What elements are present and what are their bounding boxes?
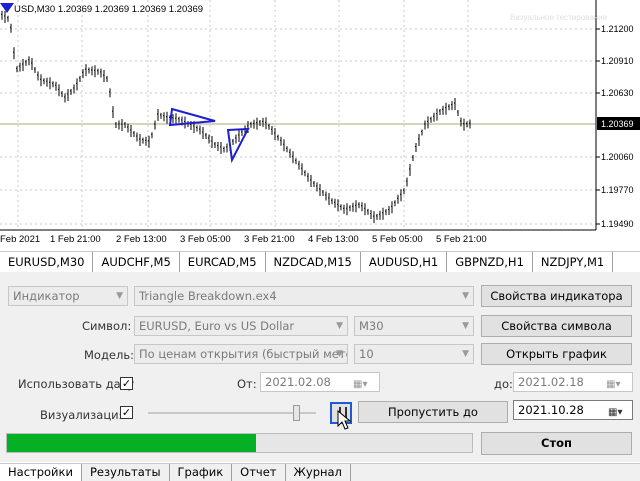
to-label: до: — [494, 377, 513, 391]
tab-settings[interactable]: Настройки — [0, 464, 82, 481]
open-chart-button[interactable]: Открыть график — [481, 343, 632, 365]
time-tick-label: 5 Feb 05:00 — [372, 234, 423, 245]
time-axis: Feb 2021 1 Feb 21:00 2 Feb 13:00 3 Feb 05:0… — [0, 234, 487, 245]
model-value: По ценам открытия (быстрый метод н — [139, 347, 347, 361]
from-label: От: — [237, 377, 257, 391]
use-date-checkbox[interactable]: ✓ — [120, 377, 133, 390]
price-tick-label: 1.20060 — [601, 152, 634, 162]
chevron-down-icon: ▼ — [462, 321, 469, 331]
period-value: M30 — [359, 319, 384, 333]
time-tick-label: 1 Feb 21:00 — [50, 234, 101, 245]
to-date-field[interactable]: 2021.02.18 ▦▾ — [513, 372, 633, 392]
chevron-down-icon: ▼ — [116, 291, 123, 301]
use-date-label: Использовать дату — [18, 377, 135, 391]
model-label: Модель: — [84, 348, 134, 362]
period-select[interactable]: M30 ▼ — [354, 316, 474, 336]
indicator-properties-button[interactable]: Свойства индикатора — [481, 285, 632, 307]
symbol-tabs: EURUSD,M30 AUDCHF,M5 EURCAD,M5 NZDCAD,M1… — [0, 251, 640, 273]
slider-track — [148, 412, 316, 414]
chart-corner-text: Визуальное тестирование — [510, 13, 608, 22]
candles — [1, 10, 471, 224]
type-select-value: Индикатор — [13, 289, 80, 303]
chevron-down-icon: ▼ — [462, 349, 469, 359]
skip-date-value: 2021.10.28 — [518, 403, 584, 417]
symbol-value: EURUSD, Euro vs US Dollar — [139, 319, 295, 333]
symbol-tab[interactable]: EURUSD,M30 — [0, 252, 94, 272]
calendar-icon: ▦▾ — [608, 407, 623, 418]
time-tick-label: 3 Feb 21:00 — [244, 234, 295, 245]
symbol-tab[interactable]: EURCAD,M5 — [180, 252, 266, 272]
chevron-down-icon: ▼ — [462, 291, 469, 301]
symbol-select[interactable]: EURUSD, Euro vs US Dollar ▼ — [134, 316, 348, 336]
price-tick-label: 1.20910 — [601, 56, 634, 66]
model-select[interactable]: По ценам открытия (быстрый метод н ▼ — [134, 344, 348, 364]
time-tick-label: 4 Feb 13:00 — [308, 234, 359, 245]
skip-to-button[interactable]: Пропустить до — [358, 401, 508, 423]
price-tick-label: 1.20630 — [601, 88, 634, 98]
triangle-pattern-1 — [168, 107, 216, 127]
symbol-label: Символ: — [82, 319, 132, 333]
speed-slider[interactable] — [148, 405, 316, 421]
price-tick-label: 1.21200 — [601, 24, 634, 34]
symbol-properties-button[interactable]: Свойства символа — [481, 315, 632, 337]
indicator-file-value: Triangle Breakdown.ex4 — [139, 289, 277, 303]
time-tick-label: 3 Feb 05:00 — [180, 234, 231, 245]
triangle-pattern-2 — [226, 127, 250, 164]
chevron-down-icon: ▼ — [336, 349, 343, 359]
tab-journal[interactable]: Журнал — [286, 464, 351, 481]
chevron-down-icon: ▼ — [336, 321, 343, 331]
tab-graph[interactable]: График — [170, 464, 233, 481]
symbol-tab[interactable]: AUDCHF,M5 — [93, 252, 180, 272]
tab-results[interactable]: Результаты — [82, 464, 170, 481]
spread-select[interactable]: 10 ▼ — [354, 344, 474, 364]
tab-report[interactable]: Отчет — [232, 464, 286, 481]
calendar-icon: ▦▾ — [606, 379, 621, 390]
current-price-label: 1.20369 — [601, 119, 634, 129]
spread-value: 10 — [359, 347, 374, 361]
mouse-cursor-icon — [337, 410, 351, 430]
indicator-file-select[interactable]: Triangle Breakdown.ex4 ▼ — [134, 286, 474, 306]
price-tick-label: 1.19490 — [601, 219, 634, 229]
chart-header: USD,M30 1.20369 1.20369 1.20369 1.20369 — [14, 4, 203, 15]
time-tick-label: 5 Feb 21:00 — [436, 234, 487, 245]
to-date-value: 2021.02.18 — [518, 375, 584, 389]
calendar-icon: ▦▾ — [353, 379, 368, 390]
symbol-tab[interactable]: NZDCAD,M15 — [266, 252, 361, 272]
slider-thumb[interactable] — [293, 405, 300, 421]
from-date-value: 2021.02.08 — [265, 375, 331, 389]
price-tick-label: 1.19770 — [601, 185, 634, 195]
symbol-tab[interactable]: AUDUSD,H1 — [361, 252, 448, 272]
tester-settings-panel: Индикатор ▼ Triangle Breakdown.ex4 ▼ Сво… — [0, 272, 640, 462]
from-date-field[interactable]: 2021.02.08 ▦▾ — [260, 372, 380, 392]
skip-date-field[interactable]: 2021.10.28 ▦▾ — [513, 400, 633, 420]
price-chart[interactable]: 1.21200 1.20910 1.20630 1.20060 1.19770 1.194… — [0, 0, 640, 248]
progress-fill — [7, 434, 256, 452]
time-tick-label: 2 Feb 13:00 — [116, 234, 167, 245]
type-select[interactable]: Индикатор ▼ — [8, 286, 128, 306]
bottom-tabs: Настройки Результаты График Отчет Журнал — [0, 463, 640, 481]
stop-button[interactable]: Стоп — [481, 432, 632, 455]
visualization-checkbox[interactable]: ✓ — [120, 406, 133, 419]
progress-bar — [6, 433, 473, 453]
time-tick-label: Feb 2021 — [0, 234, 40, 245]
symbol-tab[interactable]: NZDJPY,M1 — [533, 252, 614, 272]
visualization-label: Визуализация — [40, 408, 126, 422]
symbol-tab[interactable]: GBPNZD,H1 — [447, 252, 533, 272]
